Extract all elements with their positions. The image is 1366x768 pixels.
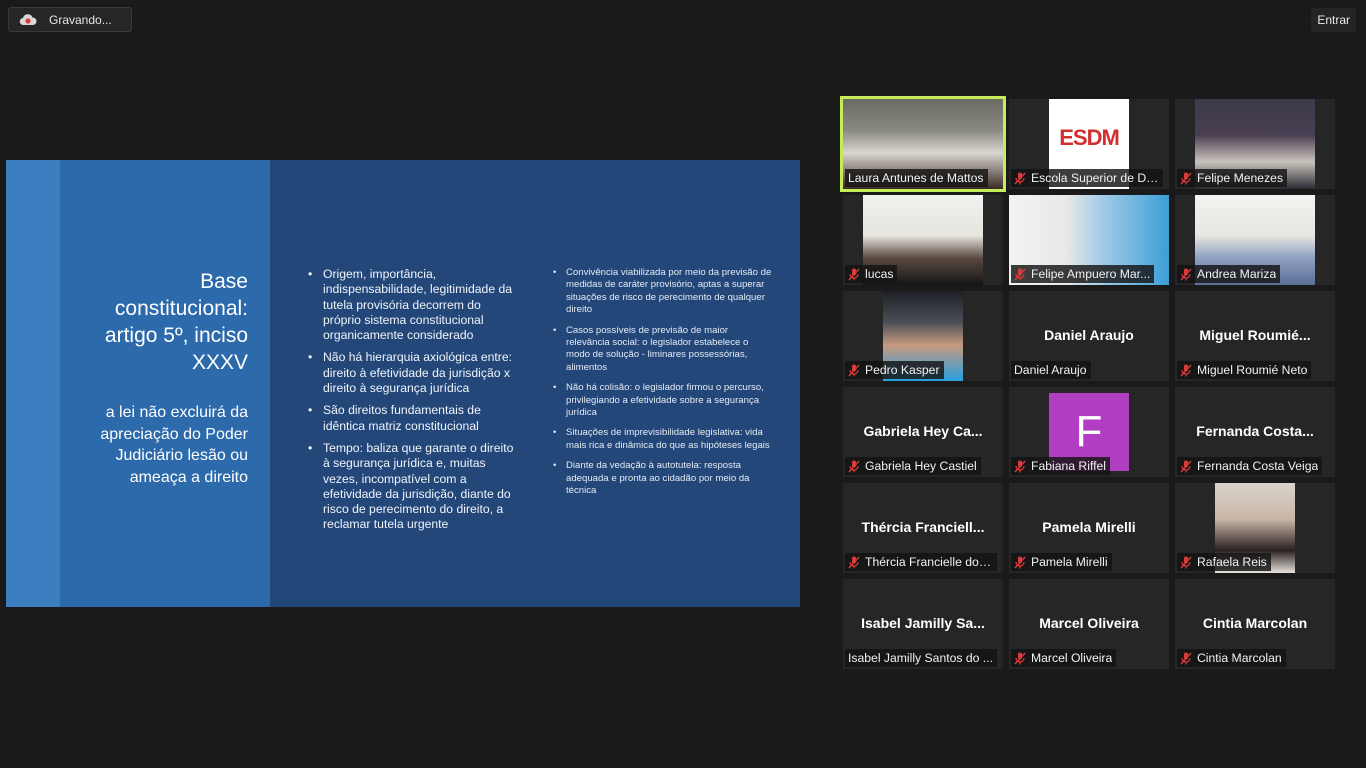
slide-right-bullets: Convivência viabilizada por meio da prev… xyxy=(552,267,774,506)
participant-tile[interactable]: Andrea Mariza xyxy=(1175,195,1335,285)
participant-name-label: Miguel Roumié Neto xyxy=(1177,361,1312,379)
participant-name: Felipe Menezes xyxy=(1197,171,1284,185)
participant-display-name: Gabriela Hey Ca... xyxy=(863,423,983,439)
participant-display-name: Isabel Jamilly Sa... xyxy=(861,615,985,631)
slide-subtitle: a lei não excluirá da apreciação do Pode… xyxy=(100,404,248,486)
microphone-muted-icon xyxy=(1014,172,1026,185)
participant-name-label: Gabriela Hey Castiel xyxy=(845,457,981,475)
participant-tile[interactable]: lucas xyxy=(843,195,1003,285)
participant-tile[interactable]: Pedro Kasper xyxy=(843,291,1003,381)
participant-tile[interactable]: Rafaela Reis xyxy=(1175,483,1335,573)
participant-tile[interactable]: Felipe Menezes xyxy=(1175,99,1335,189)
participant-tile[interactable]: Cintia Marcolan Cintia Marcolan xyxy=(1175,579,1335,669)
participant-tile[interactable]: Fernanda Costa... Fernanda Costa Veiga xyxy=(1175,387,1335,477)
microphone-muted-icon xyxy=(1014,556,1026,569)
participant-display-name: Fernanda Costa... xyxy=(1196,423,1314,439)
participant-display-name: Daniel Araujo xyxy=(1044,327,1134,343)
bullet-item: Não há hierarquia axiológica entre: dire… xyxy=(306,350,518,396)
microphone-muted-icon xyxy=(1180,556,1192,569)
participant-name: Andrea Mariza xyxy=(1197,267,1277,281)
enter-button[interactable]: Entrar xyxy=(1311,8,1356,32)
participant-tile[interactable]: ESDM Escola Superior de Di... xyxy=(1009,99,1169,189)
microphone-muted-icon xyxy=(1180,172,1192,185)
participant-name-label: lucas xyxy=(845,265,898,283)
participant-name-label: Escola Superior de Di... xyxy=(1011,169,1163,187)
microphone-muted-icon xyxy=(848,556,860,569)
participant-display-name: Miguel Roumié... xyxy=(1199,327,1311,343)
participant-name: Pedro Kasper xyxy=(865,363,940,377)
participant-name: Laura Antunes de Mattos xyxy=(848,171,984,185)
bullet-item: Tempo: baliza que garante o direito à se… xyxy=(306,441,518,533)
recording-label: Gravando... xyxy=(49,12,112,27)
participant-name-label: Pamela Mirelli xyxy=(1011,553,1112,571)
participant-name: Cintia Marcolan xyxy=(1197,651,1282,665)
microphone-muted-icon xyxy=(848,364,860,377)
cloud-record-icon xyxy=(19,13,37,27)
participant-name-label: Rafaela Reis xyxy=(1177,553,1271,571)
participant-tile[interactable]: Marcel Oliveira Marcel Oliveira xyxy=(1009,579,1169,669)
bullet-item: São direitos fundamentais de idêntica ma… xyxy=(306,403,518,434)
microphone-muted-icon xyxy=(1180,364,1192,377)
participant-name: Fabiana Riffel xyxy=(1031,459,1106,473)
participant-display-name: Marcel Oliveira xyxy=(1039,615,1139,631)
microphone-muted-icon xyxy=(848,460,860,473)
participant-tile[interactable]: Gabriela Hey Ca... Gabriela Hey Castiel xyxy=(843,387,1003,477)
participant-name: Isabel Jamilly Santos do ... xyxy=(848,651,993,665)
participant-name: Thércia Francielle dos... xyxy=(865,555,993,569)
participant-tile[interactable]: Pamela Mirelli Pamela Mirelli xyxy=(1009,483,1169,573)
microphone-muted-icon xyxy=(1180,268,1192,281)
microphone-muted-icon xyxy=(1180,460,1192,473)
microphone-muted-icon xyxy=(1014,460,1026,473)
logo-text: ESDM xyxy=(1059,125,1120,150)
participant-name: Marcel Oliveira xyxy=(1031,651,1113,665)
participant-name: Pamela Mirelli xyxy=(1031,555,1108,569)
participant-name: Miguel Roumié Neto xyxy=(1197,363,1308,377)
bullet-item: Diante da vedação à autotutela: resposta… xyxy=(552,460,774,497)
recording-indicator[interactable]: Gravando... xyxy=(8,7,132,32)
microphone-muted-icon xyxy=(848,268,860,281)
participant-tile[interactable]: Laura Antunes de Mattos xyxy=(840,96,1006,192)
participant-tile[interactable]: Felipe Ampuero Mar... xyxy=(1009,195,1169,285)
bullet-item: Convivência viabilizada por meio da prev… xyxy=(552,267,774,317)
participant-tile[interactable]: Thércia Franciell... Thércia Francielle d… xyxy=(843,483,1003,573)
participant-name-label: Isabel Jamilly Santos do ... xyxy=(845,649,997,667)
bullet-item: Origem, importância, indispensabilidade,… xyxy=(306,267,518,343)
bullet-item: Não há colisão: o legislador firmou o pe… xyxy=(552,382,774,419)
participant-display-name: Pamela Mirelli xyxy=(1042,519,1136,535)
participant-name: Gabriela Hey Castiel xyxy=(865,459,977,473)
participant-name-label: Thércia Francielle dos... xyxy=(845,553,997,571)
bullet-item: Situações de imprevisibilidade legislati… xyxy=(552,427,774,452)
participant-name-label: Felipe Menezes xyxy=(1177,169,1288,187)
slide-left-bullets: Origem, importância, indispensabilidade,… xyxy=(306,267,518,540)
microphone-muted-icon xyxy=(1014,268,1026,281)
shared-screen-slide: Base constitucional: artigo 5º, inciso X… xyxy=(6,160,800,607)
participant-name: lucas xyxy=(865,267,894,281)
bullet-item: Casos possíveis de previsão de maior rel… xyxy=(552,325,774,375)
participant-name-label: Pedro Kasper xyxy=(845,361,944,379)
participant-name: Rafaela Reis xyxy=(1197,555,1267,569)
slide-accent-band xyxy=(6,160,60,607)
participant-name: Fernanda Costa Veiga xyxy=(1197,459,1319,473)
slide-title-panel xyxy=(60,160,270,607)
participant-name: Daniel Araujo xyxy=(1014,363,1087,377)
participant-name-label: Felipe Ampuero Mar... xyxy=(1011,265,1155,283)
participant-tile[interactable]: F Fabiana Riffel xyxy=(1009,387,1169,477)
microphone-muted-icon xyxy=(1014,652,1026,665)
participant-name-label: Cintia Marcolan xyxy=(1177,649,1286,667)
participant-name-label: Fabiana Riffel xyxy=(1011,457,1110,475)
participant-display-name: Thércia Franciell... xyxy=(861,519,985,535)
participant-name-label: Andrea Mariza xyxy=(1177,265,1281,283)
participant-display-name: Cintia Marcolan xyxy=(1202,615,1308,631)
slide-title: Base constitucional: artigo 5º, inciso X… xyxy=(104,270,248,374)
participant-name: Escola Superior de Di... xyxy=(1031,171,1159,185)
participant-name: Felipe Ampuero Mar... xyxy=(1031,267,1151,281)
participant-name-label: Laura Antunes de Mattos xyxy=(845,169,988,187)
participant-tile[interactable]: Miguel Roumié... Miguel Roumié Neto xyxy=(1175,291,1335,381)
participant-name-label: Fernanda Costa Veiga xyxy=(1177,457,1323,475)
participant-name-label: Marcel Oliveira xyxy=(1011,649,1117,667)
microphone-muted-icon xyxy=(1180,652,1192,665)
participant-tile[interactable]: Daniel Araujo Daniel Araujo xyxy=(1009,291,1169,381)
participant-name-label: Daniel Araujo xyxy=(1011,361,1091,379)
participant-tile[interactable]: Isabel Jamilly Sa... Isabel Jamilly Santo… xyxy=(843,579,1003,669)
